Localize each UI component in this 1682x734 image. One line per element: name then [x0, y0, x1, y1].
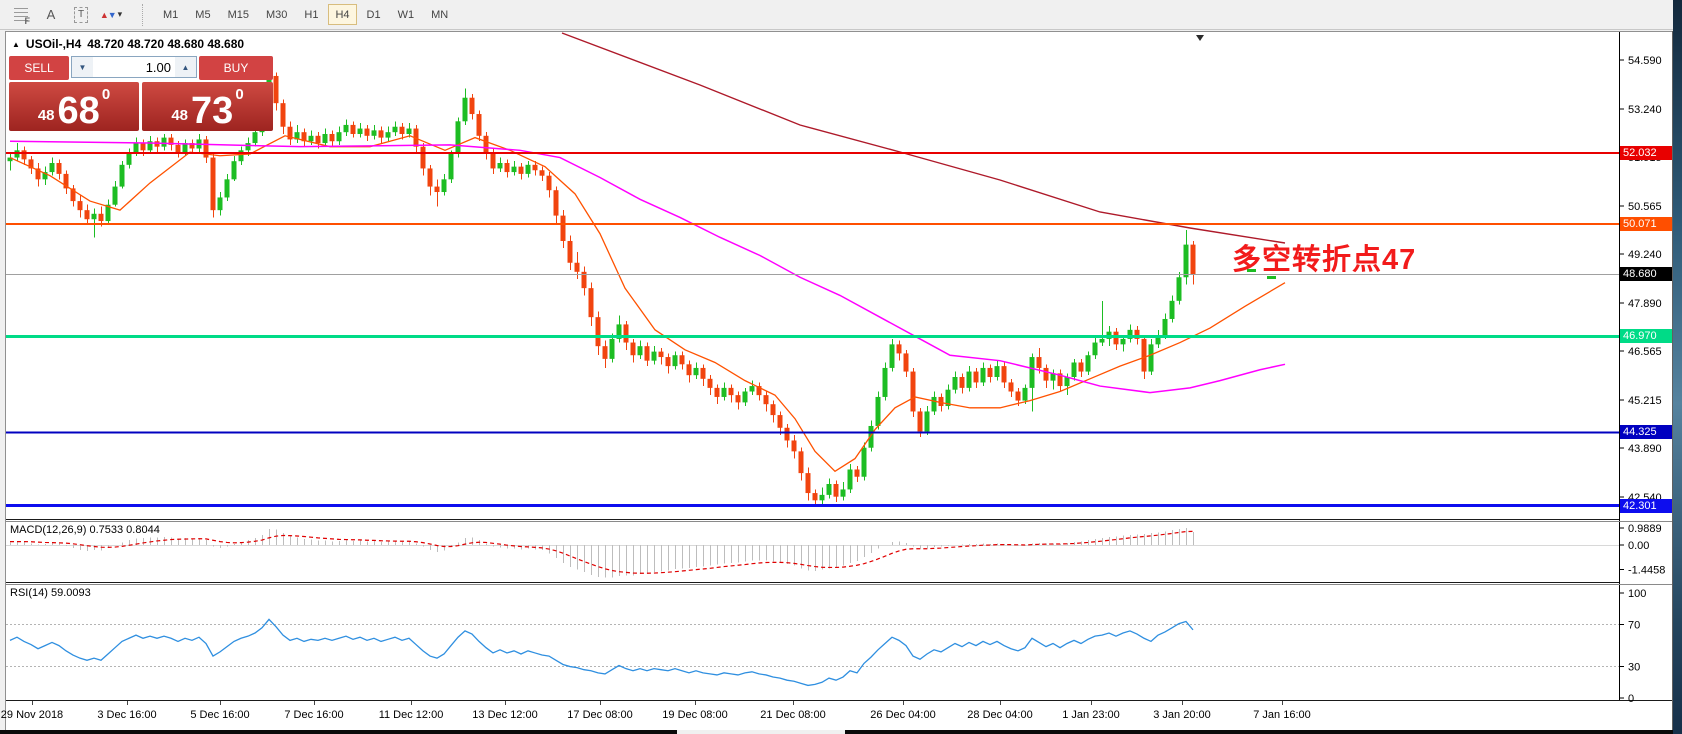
sell-price-panel[interactable]: 48 68 0 — [9, 82, 139, 131]
buy-button[interactable]: BUY — [199, 56, 273, 80]
symbol-name: USOil-,H4 — [26, 37, 81, 51]
chart-symbol-header: ▲ USOil-,H4 48.720 48.720 48.680 48.680 — [12, 37, 244, 51]
buy-price-sup: 0 — [235, 86, 243, 103]
collapse-icon[interactable]: ▲ — [12, 40, 20, 49]
macd-label: MACD(12,26,9) 0.7533 0.8044 — [10, 524, 160, 536]
buy-price-panel[interactable]: 48 73 0 — [142, 82, 273, 131]
sell-price-prefix: 48 — [38, 107, 55, 124]
volume-decrease-button[interactable]: ▼ — [72, 57, 93, 77]
ohlc-readout: 48.720 48.720 48.680 48.680 — [87, 37, 244, 51]
rsi-label: RSI(14) 59.0093 — [10, 587, 91, 599]
buy-price-prefix: 48 — [171, 107, 188, 124]
volume-stepper: ▼ ▲ — [71, 56, 197, 78]
taskbar-strip — [0, 730, 677, 734]
volume-increase-button[interactable]: ▲ — [175, 57, 196, 77]
volume-input[interactable] — [93, 57, 175, 77]
sell-button[interactable]: SELL — [9, 56, 69, 80]
chart-annotation-text: 多空转折点47 — [1232, 236, 1416, 278]
up-arrow-icon: ▲ — [182, 63, 190, 72]
time-scale[interactable] — [5, 701, 1619, 730]
buy-price-digits: 73 — [191, 91, 233, 131]
taskbar-strip — [845, 730, 1673, 734]
sell-price-digits: 68 — [58, 91, 100, 131]
sell-price-sup: 0 — [102, 86, 110, 103]
one-click-trading-panel: SELL ▼ ▲ BUY 48 68 0 48 73 0 — [9, 56, 273, 131]
desktop-background — [1673, 0, 1682, 734]
down-arrow-icon: ▼ — [79, 63, 87, 72]
price-scale[interactable] — [1620, 31, 1673, 730]
